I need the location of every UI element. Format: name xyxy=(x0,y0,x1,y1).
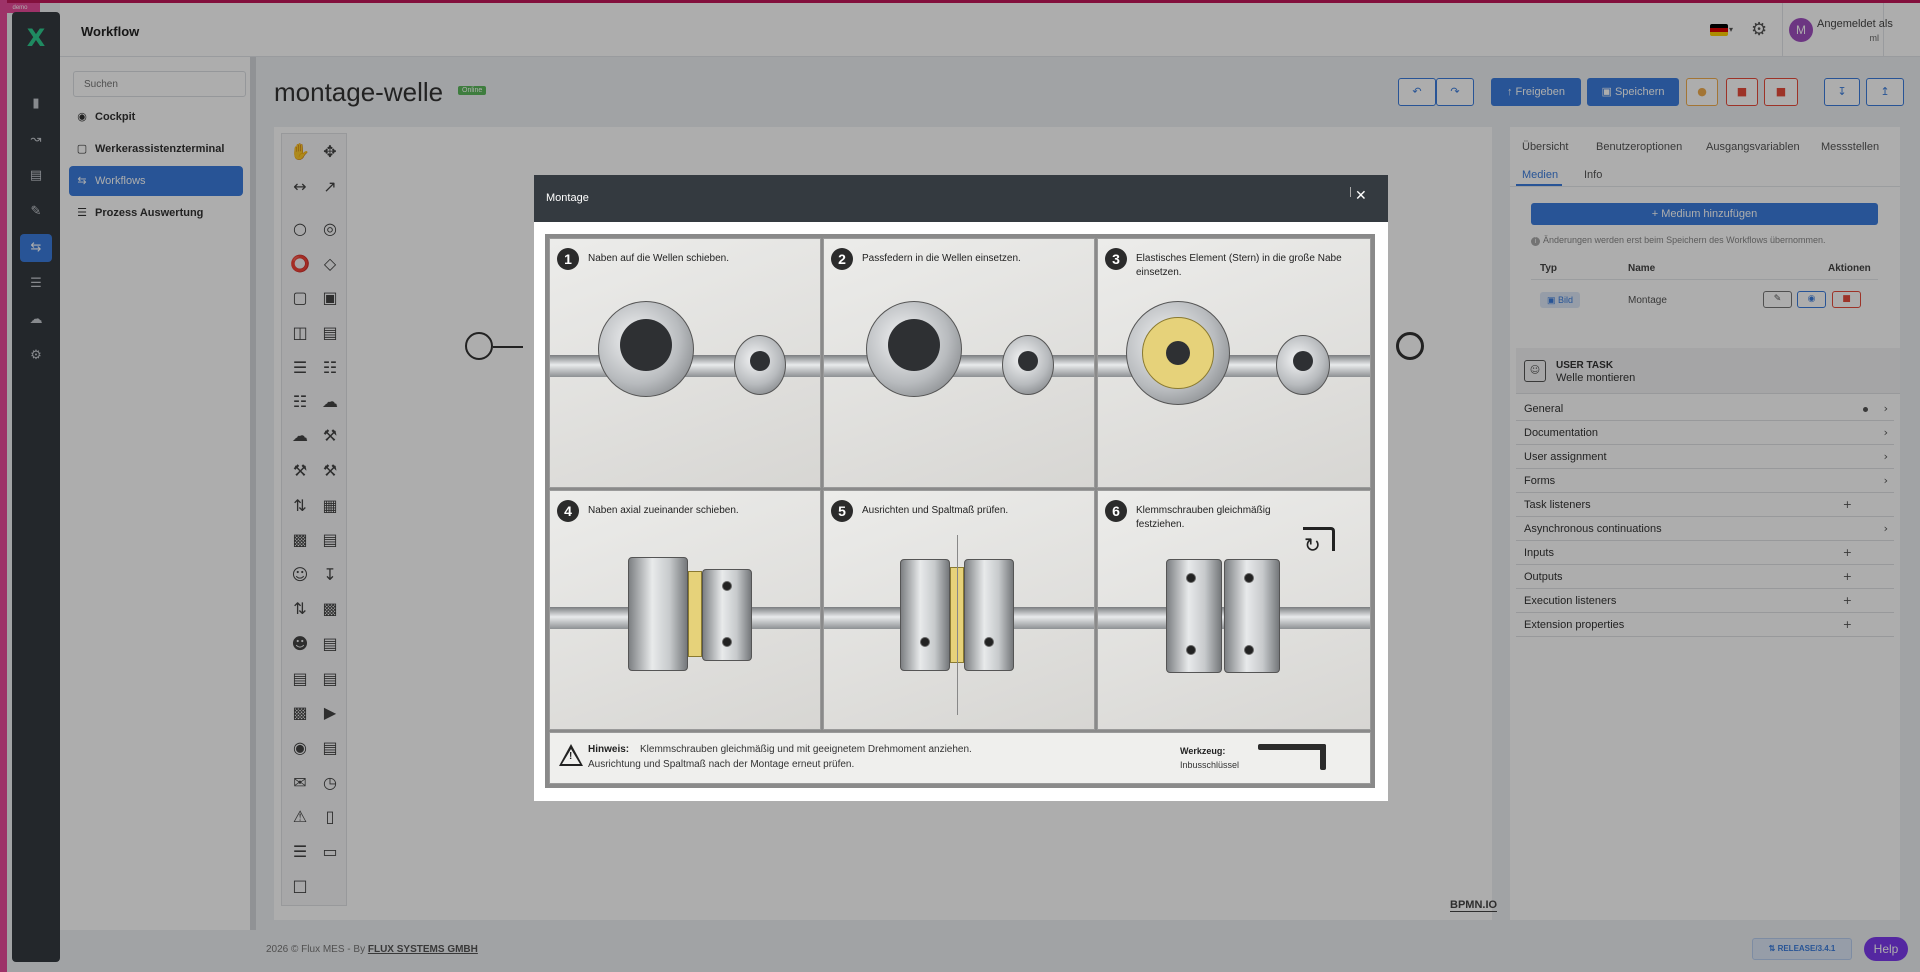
hint-line-2: Ausrichtung und Spaltmaß nach der Montag… xyxy=(588,759,855,770)
right-hub xyxy=(964,559,1014,671)
close-icon[interactable]: ✕ xyxy=(1355,188,1367,204)
clamp-screw xyxy=(1186,573,1196,583)
step-text: Passfedern in die Wellen einsetzen. xyxy=(862,253,1021,264)
step-panel-1: 1 Naben auf die Wellen schieben. xyxy=(549,238,821,488)
step-number: 2 xyxy=(831,248,853,270)
step-panel-6: 6 Klemmschrauben gleichmäßig festziehen.… xyxy=(1097,490,1371,730)
modal-header: Montage ✕ xyxy=(534,175,1388,222)
clamp-screw xyxy=(1186,645,1196,655)
left-hub xyxy=(900,559,950,671)
step-number: 4 xyxy=(557,500,579,522)
rotate-icon: ↻ xyxy=(1304,533,1321,557)
media-modal: Montage ✕ 1 Naben auf die Wellen schiebe… xyxy=(534,175,1388,801)
step-text: Ausrichten und Spaltmaß prüfen. xyxy=(862,505,1009,516)
clamp-screw xyxy=(1244,573,1254,583)
tool-value: Inbusschlüssel xyxy=(1180,760,1240,770)
step-text: Klemmschrauben gleichmäßig festziehen. xyxy=(1136,505,1271,530)
modal-title: Montage xyxy=(546,192,589,204)
step-text: Elastisches Element (Stern) in die große… xyxy=(1136,253,1342,278)
hex-key-icon xyxy=(1258,744,1326,750)
header-divider xyxy=(1350,187,1351,197)
large-hub xyxy=(628,557,688,671)
clamp-screw xyxy=(1244,645,1254,655)
hint-line-1: Klemmschrauben gleichmäßig und mit geeig… xyxy=(640,744,972,755)
assembly-instruction-image: 1 Naben auf die Wellen schieben. 2 Passf… xyxy=(545,234,1375,788)
hub-bore xyxy=(620,319,672,371)
step-panel-4: 4 Naben axial zueinander schieben. xyxy=(549,490,821,730)
clamp-screw xyxy=(722,637,732,647)
elastic-spider xyxy=(688,571,702,657)
hub-bore xyxy=(888,319,940,371)
hint-bar: ! Hinweis: Klemmschrauben gleichmäßig un… xyxy=(549,732,1371,784)
step-panel-2: 2 Passfedern in die Wellen einsetzen. xyxy=(823,238,1095,488)
hint-label: Hinweis: xyxy=(588,744,630,755)
hub-bore xyxy=(750,351,770,371)
step-number: 3 xyxy=(1105,248,1127,270)
step-panel-5: 5 Ausrichten und Spaltmaß prüfen. xyxy=(823,490,1095,730)
step-panel-3: 3 Elastisches Element (Stern) in die gro… xyxy=(1097,238,1371,488)
step-text: Naben axial zueinander schieben. xyxy=(588,505,739,516)
step-number: 1 xyxy=(557,248,579,270)
clamp-screw xyxy=(920,637,930,647)
alignment-line xyxy=(957,535,958,715)
hub-bore xyxy=(1166,341,1190,365)
step-text: Naben auf die Wellen schieben. xyxy=(588,253,730,264)
clamp-screw xyxy=(984,637,994,647)
step-number: 5 xyxy=(831,500,853,522)
hub-bore xyxy=(1018,351,1038,371)
hub-bore xyxy=(1293,351,1313,371)
step-number: 6 xyxy=(1105,500,1127,522)
clamp-screw xyxy=(722,581,732,591)
tool-label: Werkzeug: xyxy=(1180,746,1226,756)
